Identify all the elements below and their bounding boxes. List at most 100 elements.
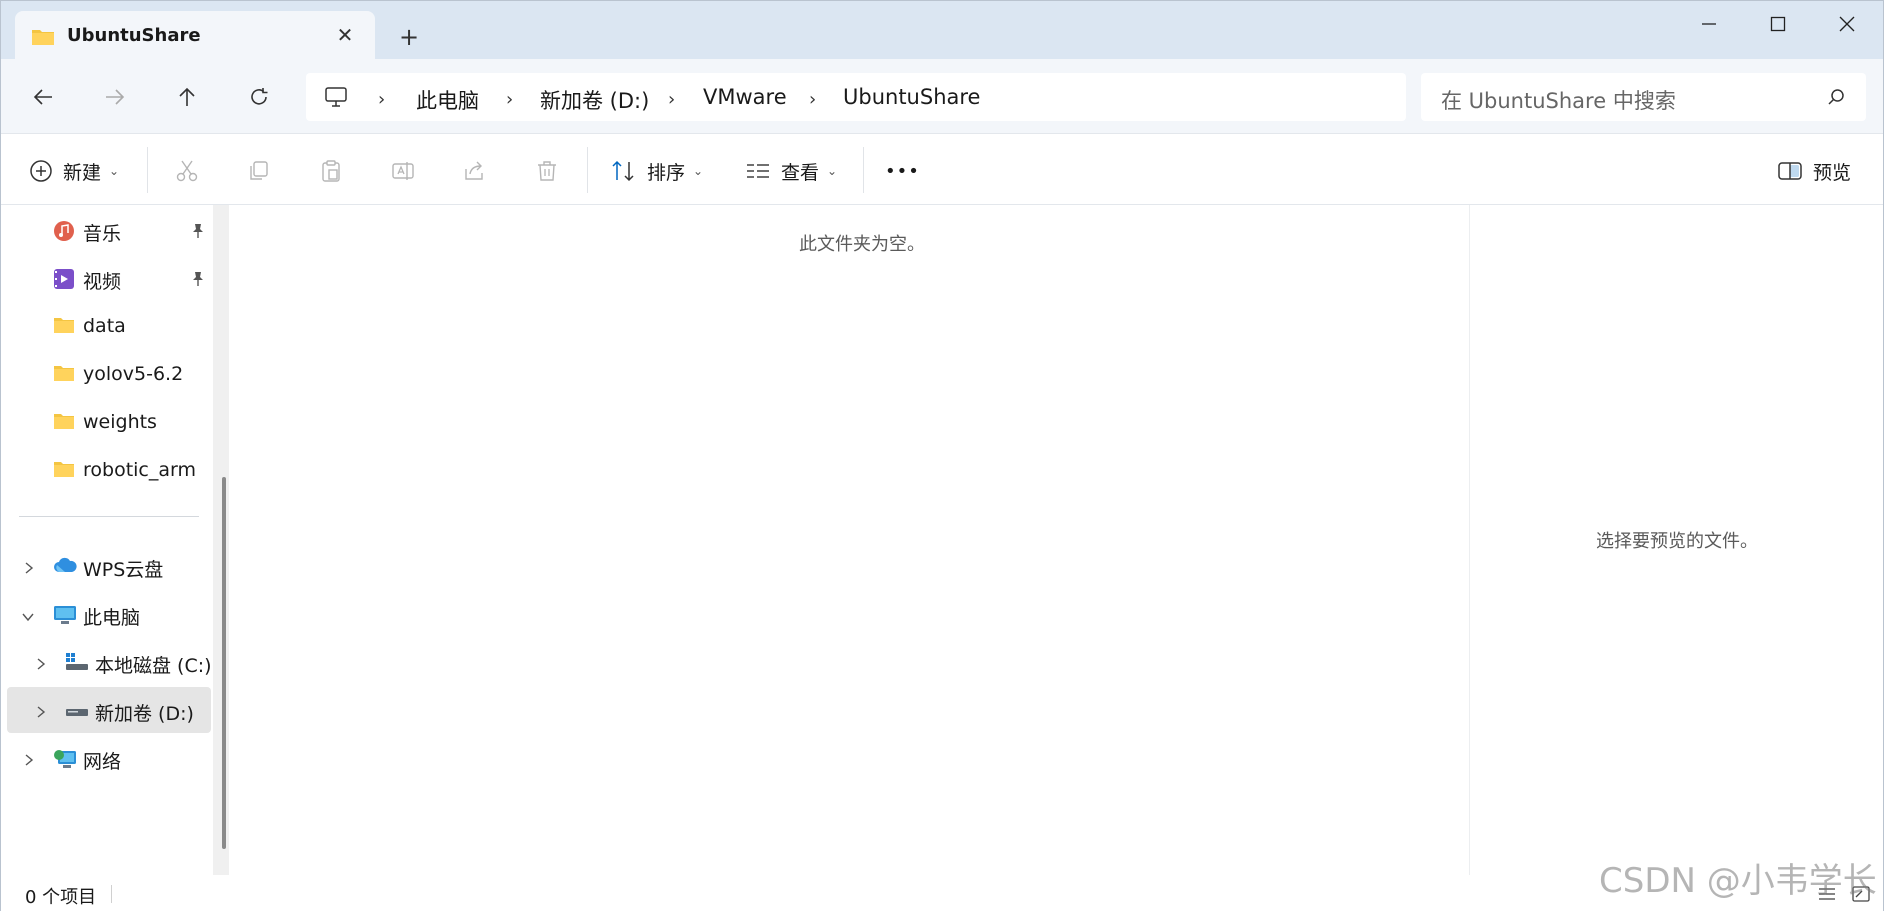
sidebar-item-label: WPS云盘 <box>83 559 164 581</box>
clipboard-icon <box>322 160 340 182</box>
music-icon <box>53 220 75 247</box>
back-button[interactable] <box>27 81 59 113</box>
refresh-icon <box>251 88 268 105</box>
delete-button[interactable] <box>535 155 559 187</box>
chevron-right-icon[interactable] <box>23 558 35 580</box>
pin-icon[interactable] <box>191 222 205 244</box>
sidebar-item-label: 视频 <box>83 271 122 293</box>
sort-button[interactable]: 排序 ⌄ <box>611 155 703 187</box>
computer-icon <box>53 604 77 631</box>
breadcrumb-drive-d[interactable]: 新加卷 (D:) <box>540 85 649 115</box>
refresh-button[interactable] <box>243 81 275 113</box>
breadcrumb-vmware[interactable]: VMware <box>703 85 787 109</box>
preview-pane-button[interactable]: 预览 <box>1777 155 1851 187</box>
chevron-down-icon[interactable] <box>21 606 35 628</box>
network-icon <box>53 748 77 775</box>
arrow-up-icon <box>179 87 195 106</box>
pin-icon[interactable] <box>191 270 205 292</box>
folder-icon <box>31 27 55 51</box>
breadcrumb-ubuntushare[interactable]: UbuntuShare <box>843 85 980 109</box>
navigation-pane: 音乐 视频 data yolov5-6.2 weights robotic_ar… <box>1 205 216 875</box>
rename-button[interactable] <box>391 155 415 187</box>
copy-icon <box>250 161 268 180</box>
sidebar-item-data[interactable]: data <box>7 303 211 349</box>
new-label: 新建 <box>63 161 102 184</box>
new-button[interactable]: 新建 ⌄ <box>29 155 119 187</box>
toolbar-divider <box>147 147 148 193</box>
close-tab-icon[interactable]: ✕ <box>333 23 357 47</box>
sidebar-item-videos[interactable]: 视频 <box>7 255 211 301</box>
cloud-icon <box>53 556 77 579</box>
chevron-down-icon: ⌄ <box>109 164 120 178</box>
search-input[interactable]: 在 UbuntuShare 中搜索 <box>1421 73 1866 121</box>
command-bar: 新建 ⌄ 排序 ⌄ 查看 ⌄ ••• 预览 <box>1 135 1883 205</box>
sidebar-item-label: yolov5-6.2 <box>83 363 184 385</box>
computer-icon <box>324 86 348 112</box>
scissors-icon <box>176 160 198 182</box>
sidebar-item-this-pc[interactable]: 此电脑 <box>7 591 211 637</box>
forward-button[interactable] <box>99 81 131 113</box>
arrow-right-icon <box>106 89 125 105</box>
add-circle-icon <box>30 160 52 182</box>
chevron-right-icon[interactable] <box>35 654 47 676</box>
address-bar[interactable]: › 此电脑 › 新加卷 (D:) › VMware › UbuntuShare <box>306 73 1406 121</box>
sidebar-item-music[interactable]: 音乐 <box>7 207 211 253</box>
tab-ubuntushare[interactable]: UbuntuShare ✕ <box>15 11 375 59</box>
more-options-button[interactable]: ••• <box>885 155 920 187</box>
sidebar-item-label: weights <box>83 411 157 433</box>
preview-message: 选择要预览的文件。 <box>1596 531 1758 552</box>
tab-title: UbuntuShare <box>67 25 201 46</box>
toolbar-divider <box>587 147 588 193</box>
sort-icon <box>612 160 634 182</box>
chevron-right-icon: › <box>668 89 676 110</box>
close-window-button[interactable] <box>1819 7 1875 41</box>
sidebar-scrollbar[interactable] <box>213 205 229 875</box>
sidebar-item-drive-c[interactable]: 本地磁盘 (C:) <box>7 639 212 685</box>
chevron-right-icon: › <box>378 89 386 110</box>
new-tab-button[interactable]: + <box>395 23 423 51</box>
sidebar-item-label: 网络 <box>83 751 122 773</box>
chevron-right-icon[interactable] <box>23 750 35 772</box>
view-button[interactable]: 查看 ⌄ <box>745 155 837 187</box>
share-button[interactable] <box>463 155 487 187</box>
sidebar-item-label: 本地磁盘 (C:) <box>95 655 212 677</box>
sidebar-item-wps-cloud[interactable]: WPS云盘 <box>7 543 211 589</box>
sidebar-item-label: 音乐 <box>83 223 122 245</box>
sidebar-item-robotic-arm[interactable]: robotic_arm <box>7 447 211 493</box>
search-icon <box>1827 88 1845 110</box>
empty-folder-message: 此文件夹为空。 <box>799 234 925 255</box>
cut-button[interactable] <box>175 155 199 187</box>
chevron-down-icon: ⌄ <box>827 164 838 178</box>
sidebar-item-network[interactable]: 网络 <box>7 735 211 781</box>
sidebar-item-yolov5[interactable]: yolov5-6.2 <box>7 351 211 397</box>
up-button[interactable] <box>171 81 203 113</box>
trash-icon <box>538 161 556 181</box>
preview-pane-icon <box>1778 162 1802 180</box>
chevron-right-icon[interactable] <box>35 702 47 724</box>
chevron-right-icon: › <box>506 89 514 110</box>
maximize-icon <box>1770 16 1786 32</box>
file-list-area[interactable]: 此文件夹为空。 <box>237 205 1467 875</box>
share-icon <box>465 161 483 180</box>
copy-button[interactable] <box>247 155 271 187</box>
preview-label: 预览 <box>1813 161 1852 184</box>
maximize-button[interactable] <box>1750 7 1806 41</box>
more-icon: ••• <box>885 160 920 182</box>
item-count: 0 个项目 <box>25 887 97 908</box>
sidebar-item-label: 此电脑 <box>83 607 141 629</box>
breadcrumb-this-pc[interactable]: 此电脑 <box>416 85 479 115</box>
folder-icon <box>53 460 75 483</box>
toolbar-divider <box>863 147 864 193</box>
folder-icon <box>53 412 75 435</box>
sidebar-item-label: robotic_arm <box>83 459 197 481</box>
arrow-left-icon <box>33 89 52 105</box>
watermark: CSDN @小韦学长 <box>1599 861 1877 901</box>
sidebar-item-drive-d[interactable]: 新加卷 (D:) <box>7 687 211 733</box>
sidebar-item-weights[interactable]: weights <box>7 399 211 445</box>
scrollbar-thumb[interactable] <box>222 477 226 849</box>
close-icon <box>1839 16 1855 32</box>
minimize-button[interactable] <box>1681 7 1737 41</box>
sidebar-divider <box>19 516 199 517</box>
paste-button[interactable] <box>319 155 343 187</box>
folder-icon <box>53 364 75 387</box>
